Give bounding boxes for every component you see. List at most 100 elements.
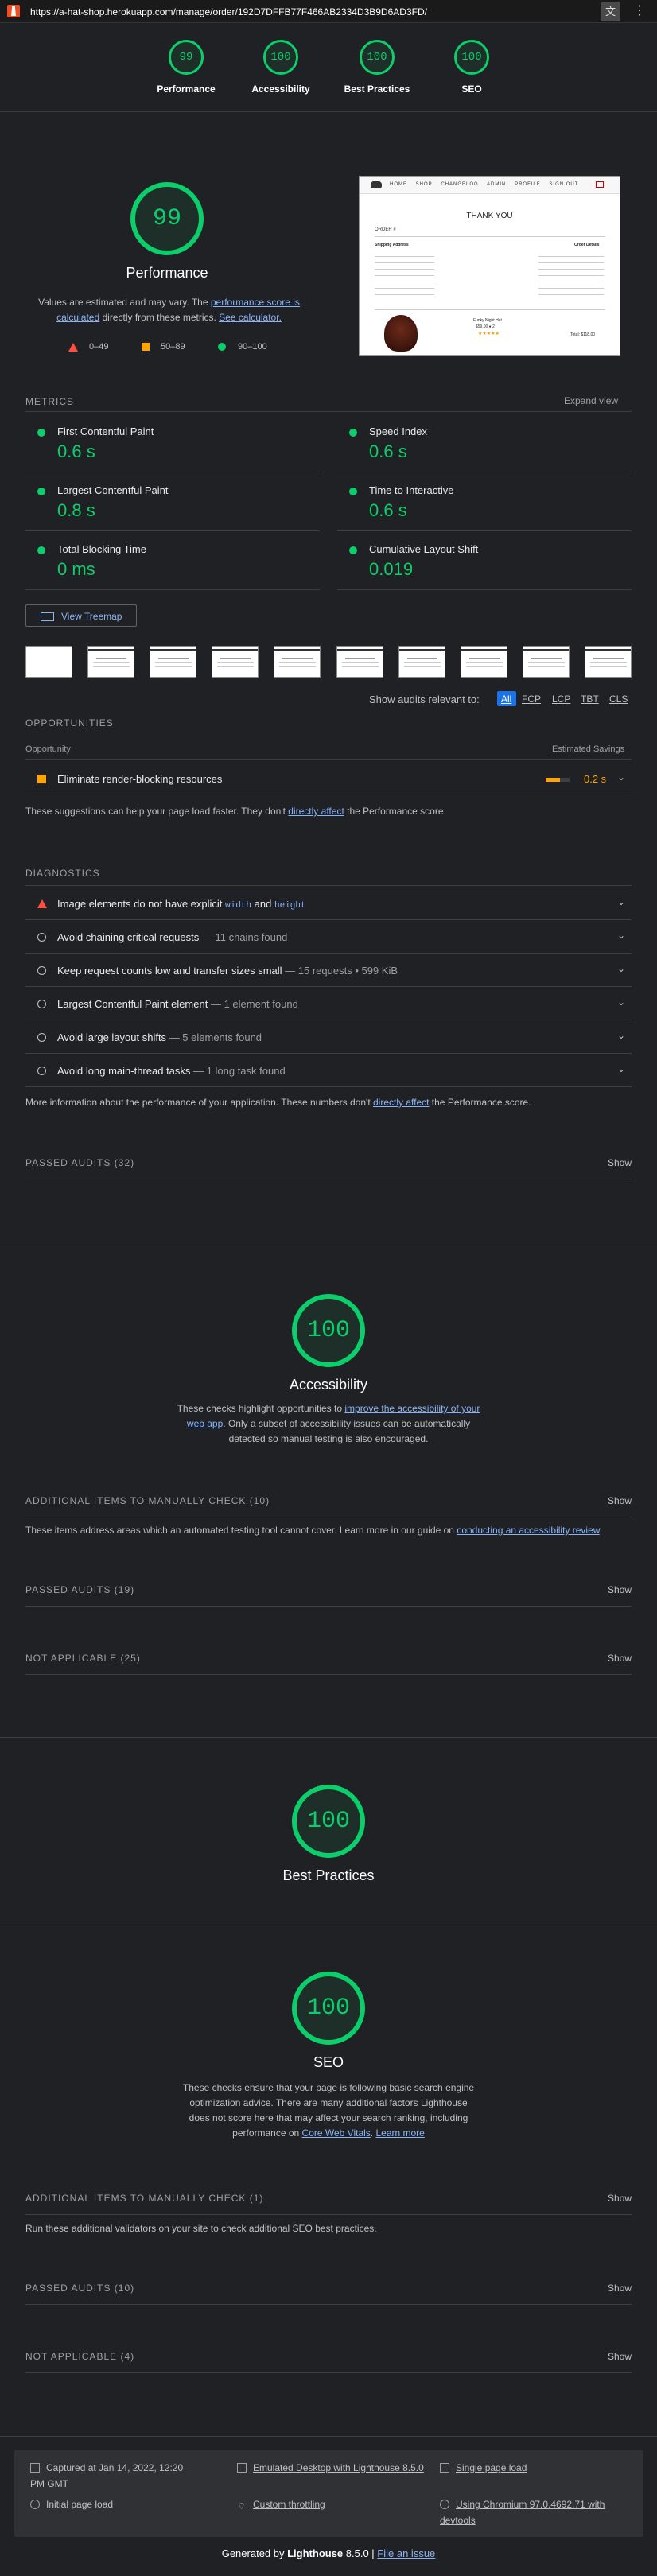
informative-circle-icon	[37, 1033, 46, 1042]
audit-critical-chains[interactable]: Avoid chaining critical requests — 11 ch…	[25, 920, 632, 954]
gauge-best-practices[interactable]: 100 Best Practices	[337, 40, 417, 103]
audit-layout-shifts[interactable]: Avoid large layout shifts — 5 elements f…	[25, 1020, 632, 1054]
emulated-desktop[interactable]: Emulated Desktop with Lighthouse 8.5.0	[237, 2460, 444, 2476]
timer-icon	[30, 2500, 40, 2509]
fail-triangle-icon	[37, 899, 47, 908]
gauge-label: Performance	[157, 84, 216, 95]
show-toggle[interactable]: Show	[608, 1653, 632, 1664]
a11y-manual-checks[interactable]: ADDITIONAL ITEMS TO MANUALLY CHECK (10) …	[25, 1486, 632, 1517]
opportunities-heading: OPPORTUNITIES	[25, 717, 114, 729]
directly-affect-link[interactable]: directly affect	[288, 806, 344, 817]
perf-passed-audits[interactable]: PASSED AUDITS (32) Show	[25, 1148, 632, 1179]
audit-title-text: Image elements do not have explicit	[57, 898, 223, 910]
seo-passed-audits[interactable]: PASSED AUDITS (10) Show	[25, 2273, 632, 2305]
seo-not-applicable[interactable]: NOT APPLICABLE (4) Show	[25, 2341, 632, 2373]
informative-circle-icon	[37, 1000, 46, 1008]
a11y-passed-audits[interactable]: PASSED AUDITS (19) Show	[25, 1575, 632, 1607]
a11y-not-applicable[interactable]: NOT APPLICABLE (25) Show	[25, 1643, 632, 1675]
best-practices-gauge: 100 Best Practices	[269, 1785, 388, 1888]
filter-lcp-button[interactable]: LCP	[552, 694, 570, 705]
preview-details-label: Order Details	[574, 243, 600, 247]
wifi-icon: ⌔	[237, 2500, 247, 2512]
audit-title: Largest Contentful Paint element — 1 ele…	[57, 998, 298, 1010]
see-calculator-link[interactable]: See calculator.	[219, 312, 282, 323]
audit-lcp-element[interactable]: Largest Contentful Paint element — 1 ele…	[25, 987, 632, 1020]
nav-changelog: CHANGELOG	[441, 182, 479, 187]
filter-fcp-button[interactable]: FCP	[522, 694, 541, 705]
audit-subtitle: — 1 long task found	[193, 1065, 286, 1077]
gauge-performance[interactable]: 99 Performance	[154, 40, 219, 103]
metric-name: First Contentful Paint	[57, 425, 154, 437]
score-header: 99 Performance 100 Accessibility 100 Bes…	[0, 23, 657, 112]
initial-load: Initial page load	[30, 2496, 197, 2512]
preview-product-price: $59.00 ● 2	[476, 324, 495, 329]
audit-title-text: and	[254, 898, 272, 910]
hat-product-image	[384, 315, 418, 352]
desc-text: directly from these metrics.	[99, 312, 220, 323]
captured-text: Captured at Jan 14, 2022, 12:20 PM GMT	[30, 2462, 184, 2489]
audit-resource-summary[interactable]: Keep request counts low and transfer siz…	[25, 954, 632, 987]
seo-manual-checks[interactable]: ADDITIONAL ITEMS TO MANUALLY CHECK (1) S…	[25, 2183, 632, 2215]
learn-more-link[interactable]: Learn more	[375, 2127, 424, 2139]
legend-range-average: 50–89	[161, 342, 185, 352]
chromium-version[interactable]: Using Chromium 97.0.4692.71 with devtool…	[440, 2496, 631, 2528]
treemap-label: View Treemap	[61, 611, 122, 622]
opportunities-divider	[25, 759, 632, 760]
hat-logo-icon	[371, 181, 382, 188]
show-toggle[interactable]: Show	[608, 2283, 632, 2294]
audit-render-blocking[interactable]: Eliminate render-blocking resources 0.2 …	[25, 762, 632, 795]
kebab-menu-icon[interactable]: ⋮	[633, 2, 646, 20]
audit-image-dimensions[interactable]: Image elements do not have explicit widt…	[25, 887, 632, 920]
average-legend-icon	[142, 343, 150, 351]
page-icon	[440, 2463, 449, 2473]
directly-affect-link[interactable]: directly affect	[373, 1097, 429, 1108]
gauge-score: 100	[263, 40, 298, 75]
single-page-load[interactable]: Single page load	[440, 2460, 631, 2476]
show-toggle[interactable]: Show	[608, 1157, 632, 1168]
passed-audits-label: PASSED AUDITS (10)	[25, 2283, 135, 2294]
pass-dot-icon	[349, 546, 357, 554]
translate-icon[interactable]: 文	[601, 2, 620, 21]
accessibility-description: These checks highlight opportunities to …	[175, 1401, 482, 1447]
accessibility-review-link[interactable]: conducting an accessibility review	[457, 1525, 599, 1536]
custom-throttling[interactable]: ⌔ Custom throttling	[237, 2496, 444, 2512]
show-toggle[interactable]: Show	[608, 2193, 632, 2204]
file-an-issue-link[interactable]: File an issue	[377, 2547, 435, 2559]
filter-cls-button[interactable]: CLS	[609, 694, 628, 705]
view-treemap-button[interactable]: View Treemap	[25, 604, 137, 627]
address-bar-url[interactable]: https://a-hat-shop.herokuapp.com/manage/…	[30, 6, 427, 17]
preview-order-label: ORDER #	[375, 227, 396, 232]
metric-divider	[337, 589, 632, 590]
note-text: .	[599, 1525, 603, 1536]
audit-long-tasks[interactable]: Avoid long main-thread tasks — 1 long ta…	[25, 1054, 632, 1087]
savings-value: 0.2 s	[584, 773, 607, 785]
show-toggle[interactable]: Show	[608, 1495, 632, 1506]
metric-value: 0 ms	[57, 559, 95, 579]
gauge-score: 99	[169, 40, 204, 75]
gauge-seo[interactable]: 100 SEO	[440, 40, 503, 103]
preview-address-lines	[375, 253, 434, 301]
browser-toolbar: https://a-hat-shop.herokuapp.com/manage/…	[0, 0, 657, 23]
metric-name: Total Blocking Time	[57, 543, 146, 555]
pass-dot-icon	[349, 488, 357, 495]
metric-value: 0.8 s	[57, 500, 95, 520]
final-screenshot-preview[interactable]: HOME SHOP CHANGELOG ADMIN PROFILE SIGN O…	[359, 176, 620, 356]
average-square-icon	[37, 775, 46, 783]
accessibility-title: Accessibility	[289, 1377, 368, 1393]
performance-title: Performance	[126, 265, 208, 281]
filter-tbt-button[interactable]: TBT	[581, 694, 599, 705]
gauge-accessibility[interactable]: 100 Accessibility	[241, 40, 321, 103]
show-toggle[interactable]: Show	[608, 1584, 632, 1595]
core-web-vitals-link[interactable]: Core Web Vitals	[302, 2127, 371, 2139]
gauge-label: Accessibility	[251, 84, 310, 95]
manual-checks-label: ADDITIONAL ITEMS TO MANUALLY CHECK (1)	[25, 2193, 264, 2204]
preview-stars: ★★★★★	[478, 332, 500, 336]
performance-description: Values are estimated and may vary. The p…	[32, 295, 306, 325]
filter-all-button[interactable]: All	[497, 691, 516, 706]
filmstrip-frame	[461, 646, 507, 678]
expand-view-toggle[interactable]: Expand view	[564, 395, 618, 406]
metric-tti: Time to Interactive 0.6 s	[337, 483, 632, 531]
metric-value: 0.6 s	[369, 500, 407, 520]
show-toggle[interactable]: Show	[608, 2351, 632, 2362]
not-applicable-label: NOT APPLICABLE (25)	[25, 1653, 141, 1664]
